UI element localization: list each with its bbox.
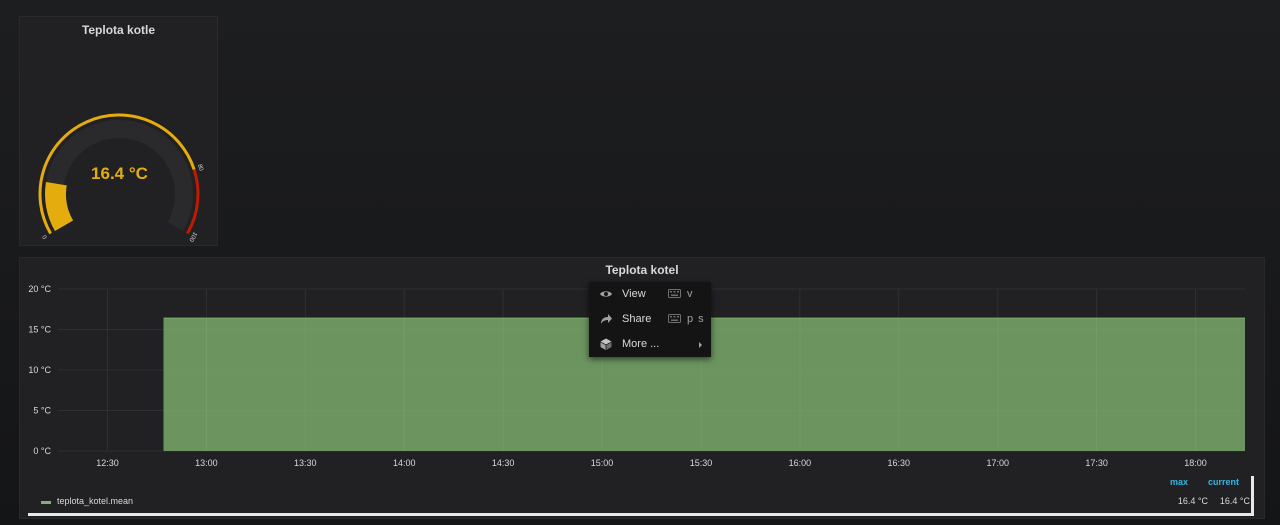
menu-item-view-shortcut: v bbox=[687, 288, 694, 300]
legend-item[interactable]: teplota_kotel.mean 16.4 °C 16.4 °C bbox=[32, 494, 1254, 512]
menu-item-view-label: View bbox=[622, 288, 646, 300]
x-axis: 12:30 13:00 13:30 14:00 14:30 15:00 15:30 16:00… bbox=[96, 458, 1207, 468]
vertical-scrollbar[interactable] bbox=[1251, 476, 1254, 516]
legend-header-current[interactable]: current bbox=[1208, 477, 1239, 487]
cube-icon bbox=[600, 338, 612, 350]
x-tick-label: 12:30 bbox=[96, 458, 119, 468]
y-tick-label: 10 °C bbox=[28, 365, 51, 375]
x-tick-label: 14:30 bbox=[492, 458, 515, 468]
x-tick-label: 13:00 bbox=[195, 458, 218, 468]
gauge-value-fill bbox=[45, 181, 74, 231]
legend-max-value: 16.4 °C bbox=[1177, 496, 1208, 506]
horizontal-scrollbar[interactable] bbox=[28, 513, 1254, 516]
x-tick-label: 15:00 bbox=[591, 458, 614, 468]
x-tick-label: 17:00 bbox=[986, 458, 1009, 468]
gauge-panel[interactable]: Teplota kotle 0 80 100 16.4 °C bbox=[19, 16, 218, 246]
eye-icon bbox=[600, 291, 612, 297]
legend-color-swatch[interactable] bbox=[41, 501, 51, 504]
y-tick-label: 5 °C bbox=[33, 406, 51, 416]
panel-context-menu: View v Share p s More ... bbox=[589, 282, 711, 357]
menu-item-share-label: Share bbox=[622, 313, 652, 325]
menu-item-share[interactable]: Share p s bbox=[589, 307, 711, 331]
legend-header-max[interactable]: max bbox=[1170, 477, 1188, 487]
submenu-caret-icon bbox=[699, 342, 702, 348]
x-tick-label: 15:30 bbox=[690, 458, 713, 468]
menu-item-share-shortcut: p s bbox=[687, 313, 705, 325]
share-icon bbox=[601, 314, 612, 324]
legend-series-name[interactable]: teplota_kotel.mean bbox=[57, 496, 133, 506]
keyboard-icon bbox=[668, 289, 681, 298]
x-tick-label: 17:30 bbox=[1085, 458, 1108, 468]
y-tick-label: 0 °C bbox=[33, 446, 51, 456]
gauge-tick-label-min: 0 bbox=[42, 233, 49, 239]
legend-current-value: 16.4 °C bbox=[1219, 496, 1250, 506]
menu-item-more-label: More ... bbox=[622, 338, 660, 350]
x-tick-label: 13:30 bbox=[294, 458, 317, 468]
gauge-chart: 0 80 100 bbox=[38, 113, 204, 243]
x-tick-label: 18:00 bbox=[1184, 458, 1207, 468]
keyboard-icon bbox=[668, 314, 681, 323]
y-tick-label: 15 °C bbox=[28, 325, 51, 335]
gauge-value: 16.4 °C bbox=[91, 164, 148, 183]
y-tick-label: 20 °C bbox=[28, 284, 51, 294]
y-axis: 0 °C 5 °C 10 °C 15 °C 20 °C bbox=[28, 284, 51, 456]
x-tick-label: 14:00 bbox=[393, 458, 416, 468]
menu-item-more[interactable]: More ... bbox=[589, 332, 711, 356]
dashboard: Teplota kotle 0 80 100 16.4 °C Teplota k… bbox=[0, 0, 1280, 525]
x-tick-label: 16:30 bbox=[888, 458, 911, 468]
menu-item-view[interactable]: View v bbox=[589, 282, 711, 306]
x-tick-label: 16:00 bbox=[789, 458, 812, 468]
